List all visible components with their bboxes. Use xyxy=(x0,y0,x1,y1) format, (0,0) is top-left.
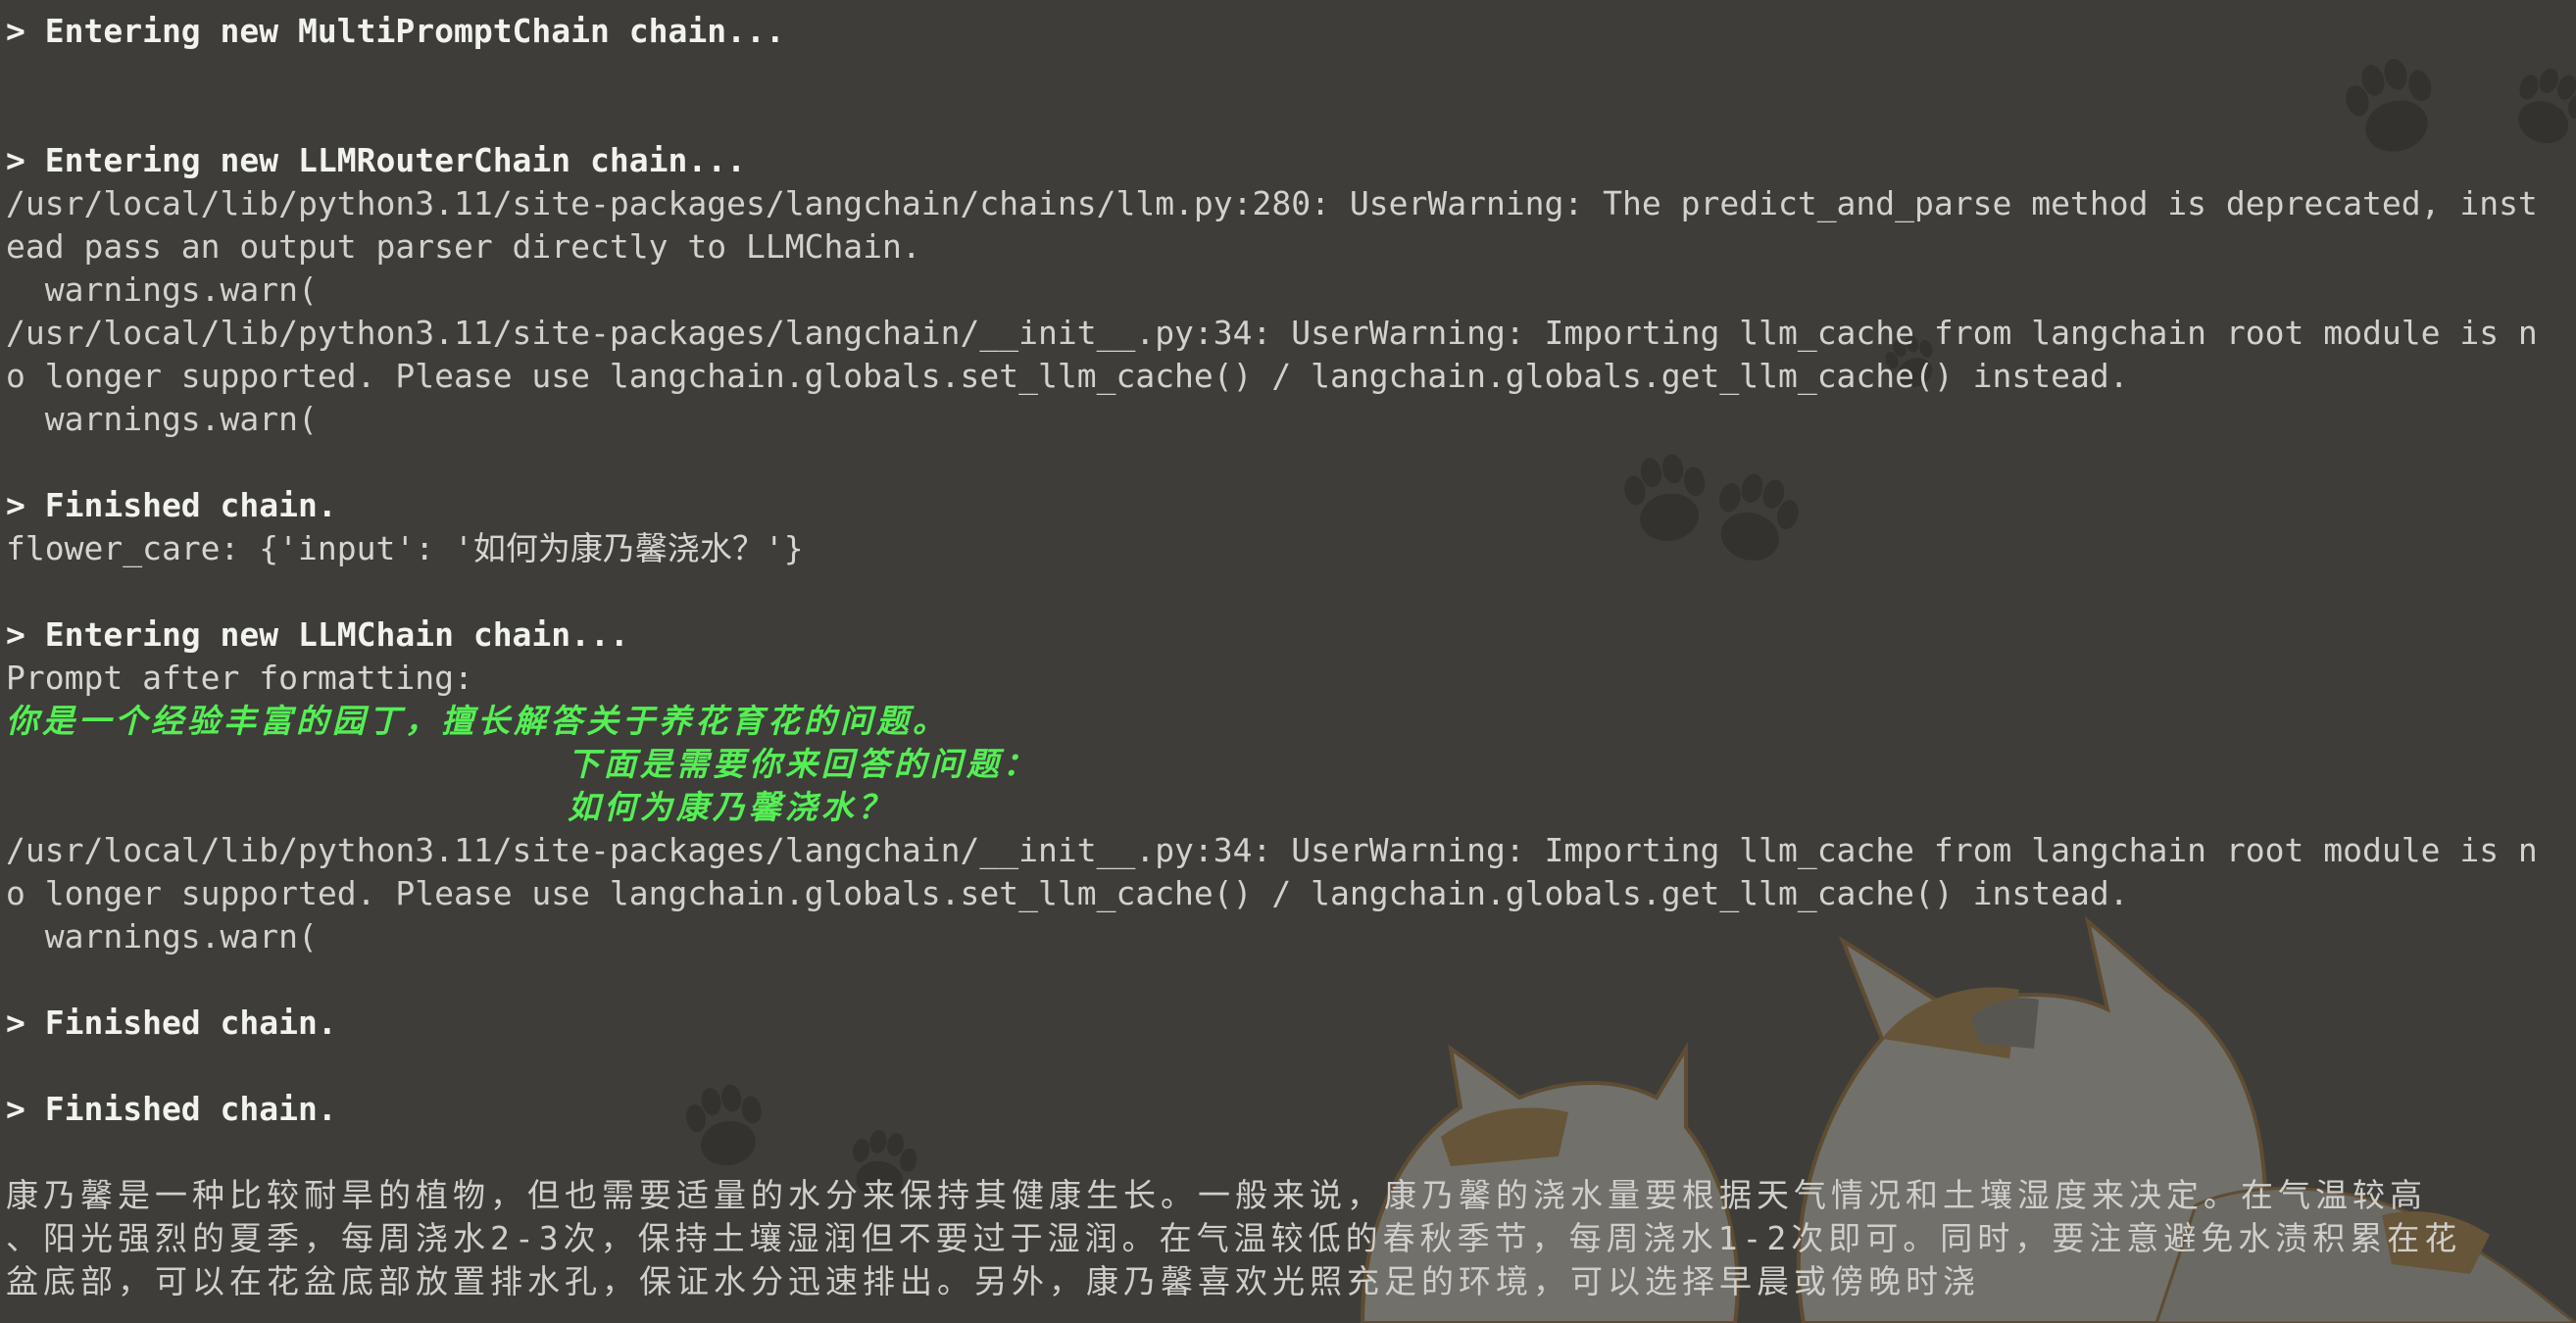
answer-text-line: 盆底部，可以在花盆底部放置排水孔，保证水分迅速排出。另外，康乃馨喜欢光照充足的环… xyxy=(6,1262,1980,1300)
log-line-entering-multipromptchain: > Entering new MultiPromptChain chain... xyxy=(6,12,785,50)
terminal-output: > Entering new MultiPromptChain chain...… xyxy=(6,10,2568,1303)
log-line-warning: /usr/local/lib/python3.11/site-packages/… xyxy=(6,184,2538,222)
log-line-entering-llmrouterchain: > Entering new LLMRouterChain chain... xyxy=(6,141,746,179)
log-line-warnings-warn: warnings.warn( xyxy=(6,400,318,438)
log-line-finished-chain: > Finished chain. xyxy=(6,486,337,524)
answer-text-line: 、阳光强烈的夏季，每周浇水2-3次，保持土壤湿润但不要过于湿润。在气温较低的春秋… xyxy=(6,1219,2462,1257)
prompt-text-line: 你是一个经验丰富的园丁，擅长解答关于养花育花的问题。 xyxy=(6,702,949,740)
log-line-router-result: flower_care: {'input': '如何为康乃馨浇水？'} xyxy=(6,529,804,567)
log-line-finished-chain: > Finished chain. xyxy=(6,1090,337,1128)
log-line-warning-cont: o longer supported. Please use langchain… xyxy=(6,357,2129,395)
log-line-warning: /usr/local/lib/python3.11/site-packages/… xyxy=(6,831,2538,869)
prompt-text-line: 下面是需要你来回答的问题： xyxy=(6,745,1039,783)
log-line-warnings-warn: warnings.warn( xyxy=(6,917,318,956)
log-line-entering-llmchain: > Entering new LLMChain chain... xyxy=(6,615,629,654)
log-line-warnings-warn: warnings.warn( xyxy=(6,270,318,309)
answer-text-line: 康乃馨是一种比较耐旱的植物，但也需要适量的水分来保持其健康生长。一般来说，康乃馨… xyxy=(6,1176,2427,1214)
prompt-text-line: 如何为康乃馨浇水？ xyxy=(6,788,894,826)
log-line-finished-chain: > Finished chain. xyxy=(6,1004,337,1042)
log-line-prompt-after-formatting: Prompt after formatting: xyxy=(6,659,473,697)
log-line-warning: /usr/local/lib/python3.11/site-packages/… xyxy=(6,314,2538,352)
log-line-warning-cont: o longer supported. Please use langchain… xyxy=(6,874,2129,912)
log-line-warning-cont: ead pass an output parser directly to LL… xyxy=(6,227,921,266)
